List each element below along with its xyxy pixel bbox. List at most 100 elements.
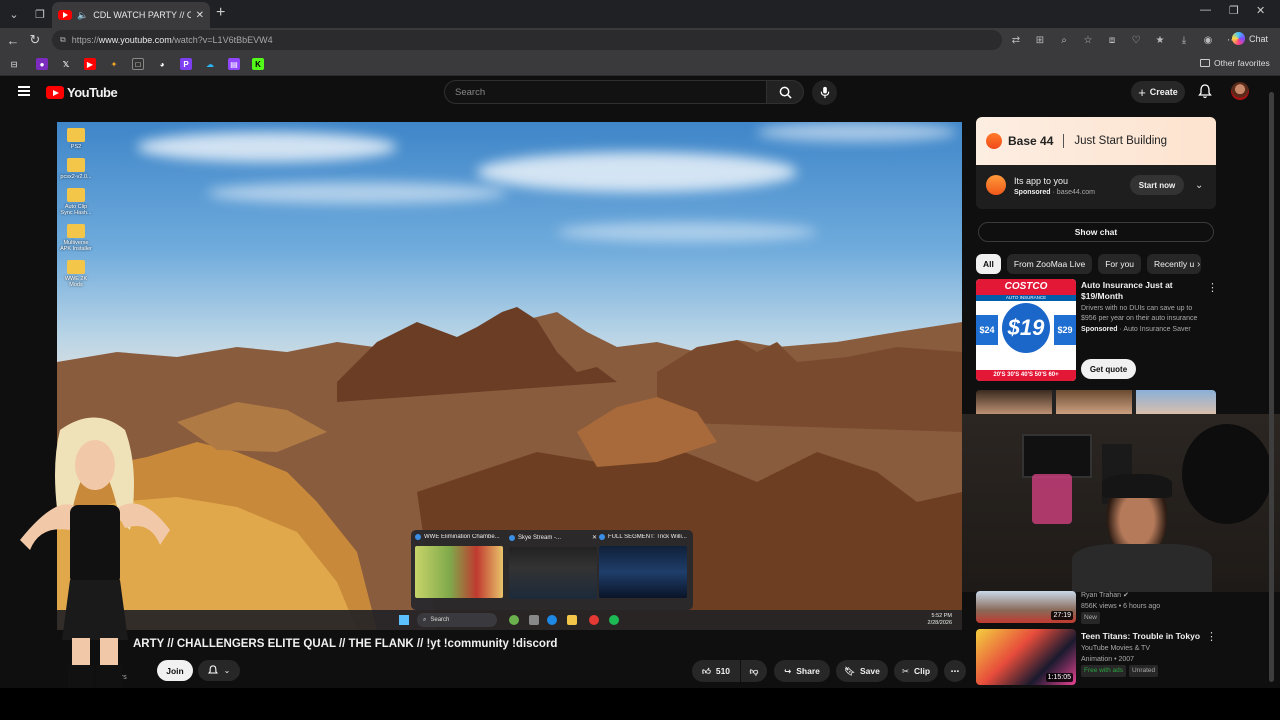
chip-for-you[interactable]: For you: [1098, 254, 1142, 274]
save-button[interactable]: 🔖︎ Save: [836, 660, 888, 682]
costco-ad-image[interactable]: COSTCO AUTO INSURANCE $24 $19 $29 20'S 3…: [976, 279, 1076, 381]
restore-button[interactable]: ❐: [1229, 4, 1239, 17]
taskbar-search[interactable]: ⌕ Search: [417, 613, 497, 627]
fav-cloud-icon[interactable]: ☁: [204, 58, 216, 70]
browser-essentials-icon[interactable]: ♡: [1128, 32, 1144, 48]
preview-thumbnail[interactable]: Skye Stream -... ✕: [509, 534, 597, 606]
get-quote-button[interactable]: Get quote: [1081, 359, 1136, 379]
translate-icon[interactable]: ⇄: [1008, 32, 1024, 48]
chevron-right-icon[interactable]: ›: [1197, 259, 1200, 270]
chip-from-channel[interactable]: From ZooMaa Live: [1006, 254, 1093, 274]
back-button[interactable]: ←: [2, 33, 24, 48]
bookmark-icon: 🔖︎: [844, 665, 855, 676]
youtube-logo[interactable]: YouTube: [46, 85, 118, 100]
search-button[interactable]: [767, 80, 804, 104]
guide-menu-icon[interactable]: [18, 86, 30, 96]
price-main: $19: [1002, 303, 1050, 353]
ad-banner-base44[interactable]: Base 44 Just Start Building: [976, 117, 1216, 165]
taskbar-preview-popup: WWE Elimination Chambe... Skye Stream -.…: [411, 530, 693, 610]
new-tab-button[interactable]: +: [216, 4, 225, 22]
free-with-ads-badge: Free with ads: [1081, 665, 1127, 677]
account-avatar[interactable]: [1231, 82, 1249, 100]
fav-colorful-icon[interactable]: ✦: [108, 58, 120, 70]
related-video-title[interactable]: Teen Titans: Trouble in Tokyo: [1081, 631, 1200, 641]
site-info-icon[interactable]: ⧉: [60, 35, 66, 45]
fav-youtube-icon[interactable]: ▶: [84, 58, 96, 70]
taskbar-clock[interactable]: 5:52 PM 2/28/2026: [928, 613, 952, 627]
downloads-icon[interactable]: ⤓: [1176, 32, 1192, 48]
fav-github-icon[interactable]: ◕: [156, 58, 168, 70]
desktop-icon[interactable]: Multiverse APK Installer: [59, 224, 93, 252]
dislike-button[interactable]: 👎︎: [741, 660, 767, 682]
edge-icon: [509, 534, 515, 541]
voice-search-button[interactable]: [812, 80, 837, 105]
taskbar-spotify-icon[interactable]: [609, 615, 619, 625]
fav-twitch-icon[interactable]: ▤: [228, 58, 240, 70]
related-video-thumbnail-partial[interactable]: [976, 390, 1216, 416]
browser-tab-active[interactable]: 🔈 CDL WATCH PARTY // CHALLE ✕: [52, 2, 210, 28]
fav-game-icon[interactable]: ⊟: [8, 58, 20, 70]
more-actions-button[interactable]: ⋯: [944, 660, 966, 682]
related-video-thumbnail[interactable]: 27:19: [976, 591, 1076, 623]
cloud: [207, 182, 507, 204]
like-button[interactable]: 👍︎ 510: [692, 660, 740, 682]
subscribe-notification-button[interactable]: ⌄: [198, 660, 240, 681]
close-window-button[interactable]: ✕: [1256, 4, 1265, 17]
page-scrollbar[interactable]: [1268, 88, 1276, 688]
desktop-icon[interactable]: pcsx2-v2.0...: [59, 158, 93, 180]
notifications-button[interactable]: [1198, 84, 1212, 104]
chip-recently-uploaded[interactable]: Recently u: [1147, 254, 1202, 274]
workspaces-icon[interactable]: ❐: [28, 3, 52, 25]
tab-close-icon[interactable]: ✕: [196, 10, 204, 21]
minimize-button[interactable]: —: [1200, 4, 1211, 16]
ad-title[interactable]: Auto Insurance Just at $19/Month: [1081, 280, 1201, 303]
start-now-button[interactable]: Start now: [1130, 175, 1184, 195]
address-bar[interactable]: ⧉ https://www.youtube.com/watch?v=L1V6tB…: [52, 30, 1002, 50]
windows-start-icon[interactable]: [399, 615, 409, 625]
taskbar-app-icon[interactable]: [529, 615, 539, 625]
zoom-icon[interactable]: ⌕: [1056, 32, 1072, 48]
create-button[interactable]: + Create: [1131, 81, 1185, 103]
taskbar-folder-icon[interactable]: [567, 615, 577, 625]
audio-playing-icon[interactable]: 🔈: [77, 10, 88, 21]
more-vert-icon[interactable]: ⋮: [1206, 630, 1217, 643]
age-bands: 20'S 30'S 40'S 50'S 60+: [976, 370, 1076, 381]
share-button[interactable]: ↪ Share: [774, 660, 830, 682]
app-available-icon[interactable]: ⊞: [1032, 32, 1048, 48]
desktop-icon[interactable]: Auto Clip Sync Hash...: [59, 188, 93, 216]
taskbar-app-icon[interactable]: [509, 615, 519, 625]
other-favorites-folder[interactable]: Other favorites: [1200, 58, 1270, 68]
search-input[interactable]: [455, 86, 766, 98]
preview-thumbnail[interactable]: WWE Elimination Chambe...: [415, 534, 503, 606]
ad-headline: Its app to you: [1014, 176, 1069, 186]
favorites-icon[interactable]: ★: [1152, 32, 1168, 48]
clip-button[interactable]: ✂ Clip: [894, 660, 938, 682]
fav-x-icon[interactable]: 𝕏: [60, 58, 72, 70]
desktop-icon[interactable]: WWE 2K Mods: [59, 260, 93, 288]
related-video-meta: Ryan Trahan ✔ 856K views • 6 hours ago N…: [1081, 591, 1160, 624]
ad-img-subtitle: AUTO INSURANCE: [976, 295, 1076, 301]
fav-gradient-icon[interactable]: ●: [36, 58, 48, 70]
preview-thumbnail[interactable]: FULL SEGMENT: Trick Willi...: [599, 534, 687, 606]
tab-actions-menu-icon[interactable]: ⌄: [2, 3, 26, 25]
fav-dark-square-icon[interactable]: □: [132, 58, 144, 70]
chip-all[interactable]: All: [976, 254, 1001, 274]
search-box[interactable]: [444, 80, 767, 104]
favorite-star-icon[interactable]: ☆: [1080, 32, 1096, 48]
video-player[interactable]: PS2 pcsx2-v2.0... Auto Clip Sync Hash...…: [57, 122, 962, 630]
url-text[interactable]: https://www.youtube.com/watch?v=L1V6tBbE…: [72, 35, 273, 45]
extensions-icon[interactable]: ⧈: [1104, 32, 1120, 48]
fav-p-icon[interactable]: P: [180, 58, 192, 70]
desktop-icon[interactable]: PS2: [59, 128, 93, 150]
taskbar-edge-icon[interactable]: [547, 615, 557, 625]
profile-icon[interactable]: ◉: [1200, 32, 1216, 48]
ad-expand-chevron-icon[interactable]: ⌄: [1195, 180, 1203, 191]
edge-icon: [415, 534, 421, 540]
taskbar-chrome-icon[interactable]: [589, 615, 599, 625]
show-chat-button[interactable]: Show chat: [978, 222, 1214, 242]
more-vert-icon[interactable]: ⋮: [1207, 281, 1218, 294]
refresh-button[interactable]: ↻: [24, 32, 46, 48]
related-video-thumbnail[interactable]: 1:15:05: [976, 629, 1076, 685]
fav-kick-icon[interactable]: K: [252, 58, 264, 70]
copilot-chat-button[interactable]: Chat: [1232, 32, 1268, 45]
